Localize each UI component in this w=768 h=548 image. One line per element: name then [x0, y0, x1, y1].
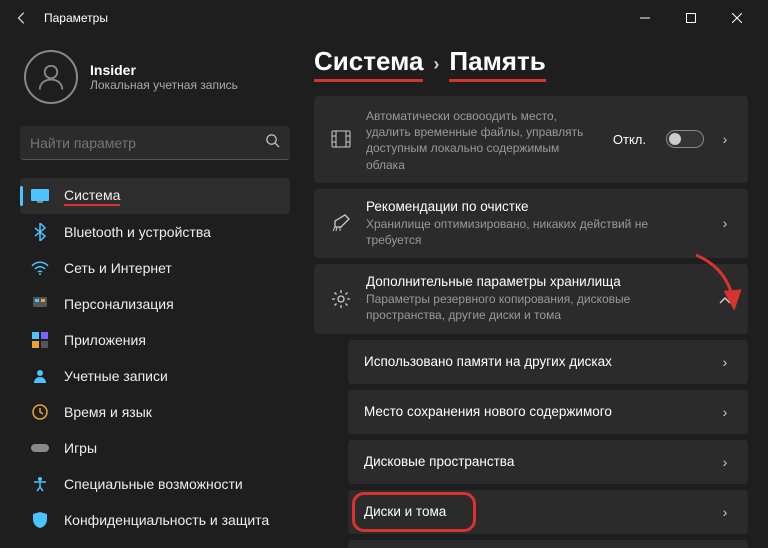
breadcrumb-storage: Память [449, 46, 545, 82]
sidebar-item-label: Сеть и Интернет [64, 260, 172, 276]
film-icon [330, 129, 352, 149]
accessibility-icon [30, 474, 50, 494]
gear-icon [330, 289, 352, 309]
card-sub: Автоматически освооодить место, удалить … [366, 108, 599, 173]
card-title: Использовано памяти на других дисках [364, 354, 704, 369]
minimize-button[interactable] [622, 0, 668, 36]
back-button[interactable] [8, 11, 36, 25]
card-storage-other-drives[interactable]: Использовано памяти на других дисках › [348, 340, 748, 384]
card-disks-volumes[interactable]: Диски и тома › [348, 490, 748, 534]
sidebar-item-label: Игры [64, 440, 97, 456]
main-content: Система › Память Автоматически освооодит… [300, 36, 768, 548]
card-cleanup-recommendations[interactable]: Рекомендации по очистке Хранилище оптими… [314, 189, 748, 258]
apps-icon [30, 330, 50, 350]
user-account[interactable]: Insider Локальная учетная запись [20, 46, 290, 108]
wifi-icon [30, 258, 50, 278]
chevron-right-icon: › [718, 131, 732, 147]
card-title: Рекомендации по очистке [366, 199, 704, 214]
sidebar-item-label: Bluetooth и устройства [64, 224, 211, 240]
search-input[interactable] [30, 135, 265, 151]
storage-sense-toggle[interactable] [666, 130, 704, 148]
sidebar: Insider Локальная учетная запись Система… [0, 36, 300, 548]
sidebar-item-label: Конфиденциальность и защита [64, 512, 269, 528]
card-title: Дисковые пространства [364, 454, 704, 469]
chevron-right-icon: › [718, 454, 732, 470]
sidebar-item-time-language[interactable]: Время и язык [20, 394, 290, 430]
titlebar: Параметры [0, 0, 768, 36]
breadcrumb: Система › Память [314, 46, 748, 82]
chevron-right-icon: › [718, 504, 732, 520]
sidebar-item-system[interactable]: Система [20, 178, 290, 214]
user-sub: Локальная учетная запись [90, 78, 238, 92]
search-box[interactable] [20, 126, 290, 160]
sidebar-item-label: Персонализация [64, 296, 174, 312]
close-button[interactable] [714, 0, 760, 36]
person-icon [30, 366, 50, 386]
sidebar-item-accounts[interactable]: Учетные записи [20, 358, 290, 394]
window-title: Параметры [44, 11, 108, 25]
maximize-button[interactable] [668, 0, 714, 36]
nav-list: Система Bluetooth и устройства Сеть и Ин… [20, 178, 290, 548]
brush-icon [30, 294, 50, 314]
gamepad-icon [30, 438, 50, 458]
chevron-right-icon: › [718, 354, 732, 370]
toggle-state: Откл. [613, 132, 646, 147]
search-icon [265, 133, 280, 153]
card-backup-options[interactable]: Параметры резервного копирования › [348, 540, 748, 548]
close-icon [732, 13, 742, 23]
display-icon [30, 186, 50, 206]
clock-lang-icon [30, 402, 50, 422]
chevron-right-icon: › [433, 54, 439, 75]
sidebar-item-label: Система [64, 187, 120, 206]
sidebar-item-bluetooth[interactable]: Bluetooth и устройства [20, 214, 290, 250]
chevron-up-icon [718, 291, 732, 307]
sidebar-item-gaming[interactable]: Игры [20, 430, 290, 466]
card-save-locations[interactable]: Место сохранения нового содержимого › [348, 390, 748, 434]
sidebar-item-label: Приложения [64, 332, 146, 348]
breadcrumb-system[interactable]: Система [314, 46, 423, 82]
chevron-right-icon: › [718, 215, 732, 231]
person-icon [36, 62, 66, 92]
card-sub: Параметры резервного копирования, дисков… [366, 291, 704, 323]
minimize-icon [640, 13, 650, 23]
sidebar-item-accessibility[interactable]: Специальные возможности [20, 466, 290, 502]
card-sub: Хранилище оптимизировано, никаких действ… [366, 216, 704, 248]
card-advanced-storage[interactable]: Дополнительные параметры хранилища Парам… [314, 264, 748, 333]
sidebar-item-label: Специальные возможности [64, 476, 243, 492]
shield-icon [30, 510, 50, 530]
broom-icon [330, 213, 352, 233]
sidebar-item-label: Учетные записи [64, 368, 168, 384]
card-storage-sense[interactable]: Автоматически освооодить место, удалить … [314, 96, 748, 183]
card-storage-spaces[interactable]: Дисковые пространства › [348, 440, 748, 484]
maximize-icon [686, 13, 696, 23]
bluetooth-icon [30, 222, 50, 242]
sidebar-item-personalization[interactable]: Персонализация [20, 286, 290, 322]
arrow-left-icon [15, 11, 29, 25]
sidebar-item-privacy[interactable]: Конфиденциальность и защита [20, 502, 290, 538]
sidebar-item-label: Время и язык [64, 404, 152, 420]
user-name: Insider [90, 62, 238, 78]
card-title: Диски и тома [364, 504, 704, 519]
card-title: Место сохранения нового содержимого [364, 404, 704, 419]
avatar [24, 50, 78, 104]
card-title: Дополнительные параметры хранилища [366, 274, 704, 289]
sidebar-item-apps[interactable]: Приложения [20, 322, 290, 358]
sidebar-item-network[interactable]: Сеть и Интернет [20, 250, 290, 286]
chevron-right-icon: › [718, 404, 732, 420]
